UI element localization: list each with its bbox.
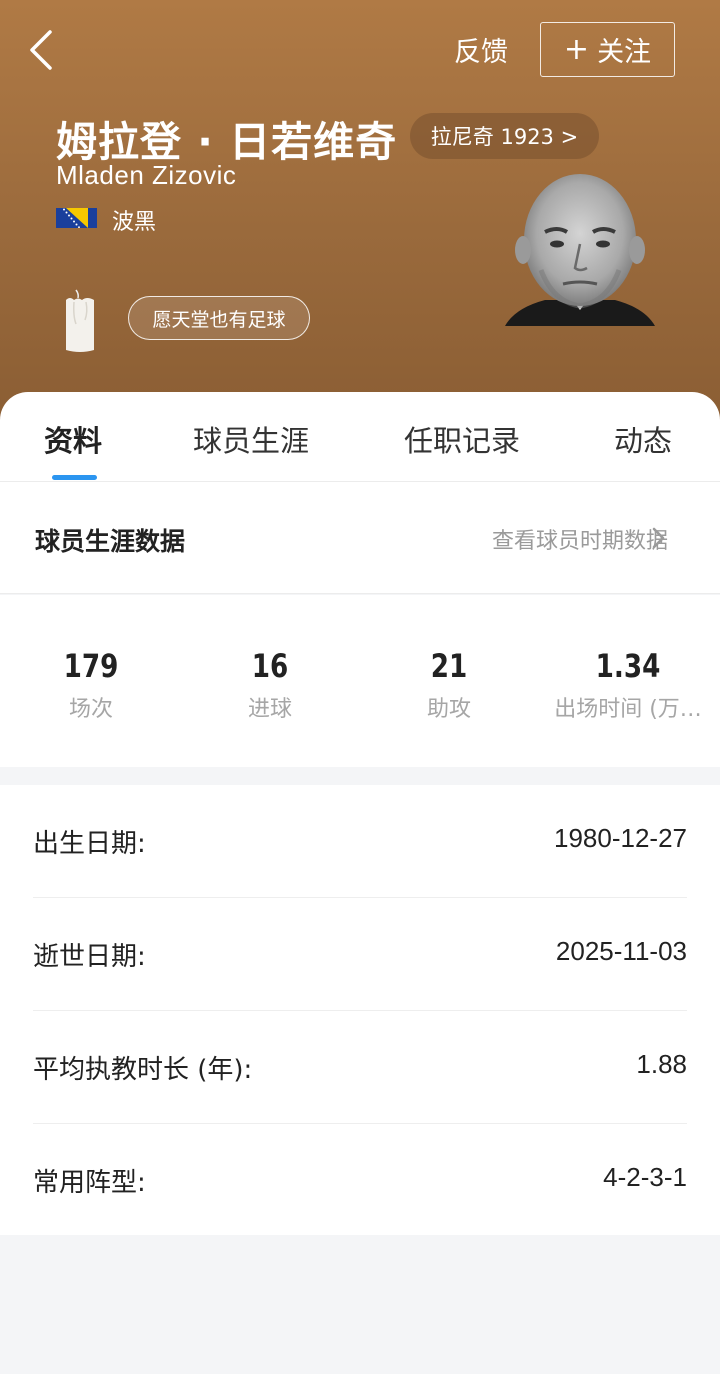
stat-value: 21 (430, 647, 468, 685)
coach-name-chinese: 姆拉登 · 日若维奇 (56, 118, 398, 166)
career-section-header: 球员生涯数据 查看球员时期数据 (0, 482, 720, 594)
bosnia-flag-icon (56, 208, 97, 228)
info-label: 逝世日期: (33, 942, 146, 972)
stat-value: 179 (63, 647, 119, 685)
info-value: 1980-12-27 (554, 823, 687, 853)
info-value: 4-2-3-1 (603, 1162, 687, 1192)
coach-name-english: Mladen Zizovic (56, 160, 237, 190)
coach-avatar (505, 174, 655, 326)
view-player-period-link[interactable]: 查看球员时期数据 (492, 523, 668, 555)
tab-coaching-history[interactable]: 任职记录 (404, 418, 520, 460)
stat-assists: 21 助攻 (359, 645, 539, 723)
info-row-birth-date: 出生日期: 1980-12-27 (33, 785, 687, 898)
tab-profile[interactable]: 资料 (44, 418, 102, 460)
tab-news[interactable]: 动态 (614, 418, 672, 460)
section-title: 球员生涯数据 (35, 527, 186, 556)
back-button[interactable] (22, 26, 62, 74)
info-row-formation: 常用阵型: 4-2-3-1 (33, 1124, 687, 1237)
plus-icon: + (563, 31, 590, 67)
club-link[interactable]: 拉尼奇 1923 > (410, 113, 599, 159)
tab-player-career[interactable]: 球员生涯 (193, 418, 309, 460)
info-row-avg-tenure: 平均执教时长 (年): 1.88 (33, 1011, 687, 1124)
stat-label: 出场时间 (万… (554, 697, 702, 722)
info-label: 出生日期: (33, 829, 146, 859)
career-stats: 179 场次 16 进球 21 助攻 1.34 出场时间 (万… (0, 595, 720, 767)
stat-label: 场次 (68, 697, 113, 722)
info-label: 常用阵型: (33, 1168, 146, 1198)
follow-button[interactable]: + 关注 (540, 22, 675, 77)
tab-bar: 资料 球员生涯 任职记录 动态 (0, 392, 720, 482)
follow-label: 关注 (597, 37, 652, 68)
info-value: 1.88 (636, 1049, 687, 1079)
feedback-button[interactable]: 反馈 (454, 30, 508, 69)
stat-goals: 16 进球 (180, 645, 360, 723)
stat-value: 16 (251, 647, 289, 685)
chevron-left-icon (30, 30, 52, 70)
active-tab-indicator (52, 475, 97, 480)
info-label: 平均执教时长 (年): (33, 1055, 253, 1085)
stat-label: 助攻 (426, 697, 471, 722)
info-row-death-date: 逝世日期: 2025-11-03 (33, 898, 687, 1011)
stat-label: 进球 (247, 697, 292, 722)
stat-value: 1.34 (595, 647, 661, 685)
country-label: 波黑 (112, 210, 157, 235)
coach-info-list: 出生日期: 1980-12-27 逝世日期: 2025-11-03 平均执教时长… (0, 785, 720, 1235)
candle-icon (66, 289, 94, 352)
stat-appearances: 179 场次 (1, 645, 181, 723)
profile-header: 反馈 + 关注 姆拉登 · 日若维奇 拉尼奇 1923 > Mladen Ziz… (0, 0, 720, 420)
stat-minutes: 1.34 出场时间 (万… (538, 645, 718, 723)
memorial-button[interactable]: 愿天堂也有足球 (128, 296, 310, 340)
chevron-right-icon[interactable] (648, 524, 668, 552)
info-value: 2025-11-03 (555, 936, 687, 966)
